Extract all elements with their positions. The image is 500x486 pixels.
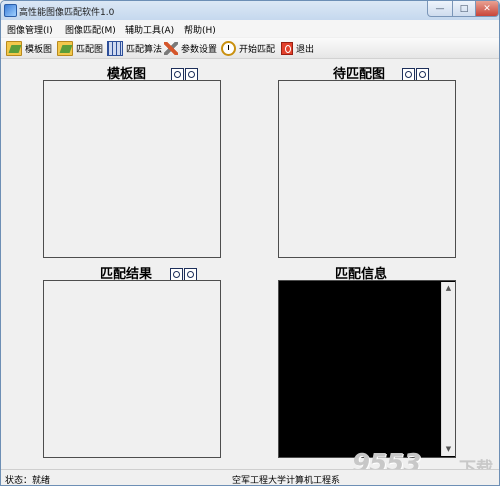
match-algorithm-button[interactable]: 匹配算法 — [107, 40, 162, 56]
grid-icon — [107, 40, 123, 56]
window-title: 高性能图像匹配软件1.0 — [19, 8, 115, 18]
menu-bar: 图像管理(I) 图像匹配(M) 辅助工具(A) 帮助(H) — [1, 20, 499, 37]
menu-help[interactable]: 帮助(H) — [184, 23, 216, 36]
start-matching-label: 开始匹配 — [239, 44, 276, 55]
app-icon — [4, 4, 17, 17]
toolbar: 模板图 匹配图 匹配算法 参数设置 开始匹配 退出 — [1, 38, 499, 59]
match-image-view — [278, 80, 456, 258]
open-folder-icon — [57, 40, 73, 56]
scroll-down-icon[interactable]: ▼ — [444, 445, 453, 454]
menu-image-management[interactable]: 图像管理(I) — [7, 23, 53, 36]
minimize-button[interactable]: — — [427, 1, 453, 17]
exit-icon — [281, 41, 293, 55]
clock-icon — [221, 40, 236, 56]
organization-text: 空军工程大学计算机工程系 — [232, 476, 341, 486]
start-matching-button[interactable]: 开始匹配 — [221, 40, 275, 56]
exit-button[interactable]: 退出 — [281, 40, 314, 56]
app-window: 高性能图像匹配软件1.0 — □ ✕ 图像管理(I) 图像匹配(M) 辅助工具(… — [0, 0, 500, 486]
match-info-console[interactable] — [278, 280, 456, 458]
template-image-view — [43, 80, 221, 258]
parameter-settings-label: 参数设置 — [181, 44, 218, 55]
status-text: 状态：就绪 — [5, 476, 51, 486]
tools-icon — [164, 41, 178, 55]
parameter-settings-button[interactable]: 参数设置 — [164, 40, 217, 56]
open-folder-icon — [6, 40, 22, 56]
menu-auxiliary-tools[interactable]: 辅助工具(A) — [125, 23, 174, 36]
exit-label: 退出 — [296, 44, 315, 55]
result-image-view — [43, 280, 221, 458]
status-bar: 状态：就绪 空军工程大学计算机工程系 — [1, 469, 499, 486]
match-image-button[interactable]: 匹配图 — [57, 40, 103, 56]
template-image-label: 模板图 — [25, 44, 53, 55]
info-scrollbar[interactable]: ▲ ▼ — [441, 282, 455, 456]
maximize-button[interactable]: □ — [452, 1, 476, 17]
close-button[interactable]: ✕ — [475, 1, 499, 17]
title-bar[interactable]: 高性能图像匹配软件1.0 — □ ✕ — [1, 1, 499, 20]
scroll-up-icon[interactable]: ▲ — [444, 284, 453, 293]
match-image-label: 匹配图 — [76, 44, 104, 55]
menu-image-matching[interactable]: 图像匹配(M) — [65, 23, 116, 36]
template-image-button[interactable]: 模板图 — [6, 40, 52, 56]
match-algorithm-label: 匹配算法 — [126, 44, 163, 55]
